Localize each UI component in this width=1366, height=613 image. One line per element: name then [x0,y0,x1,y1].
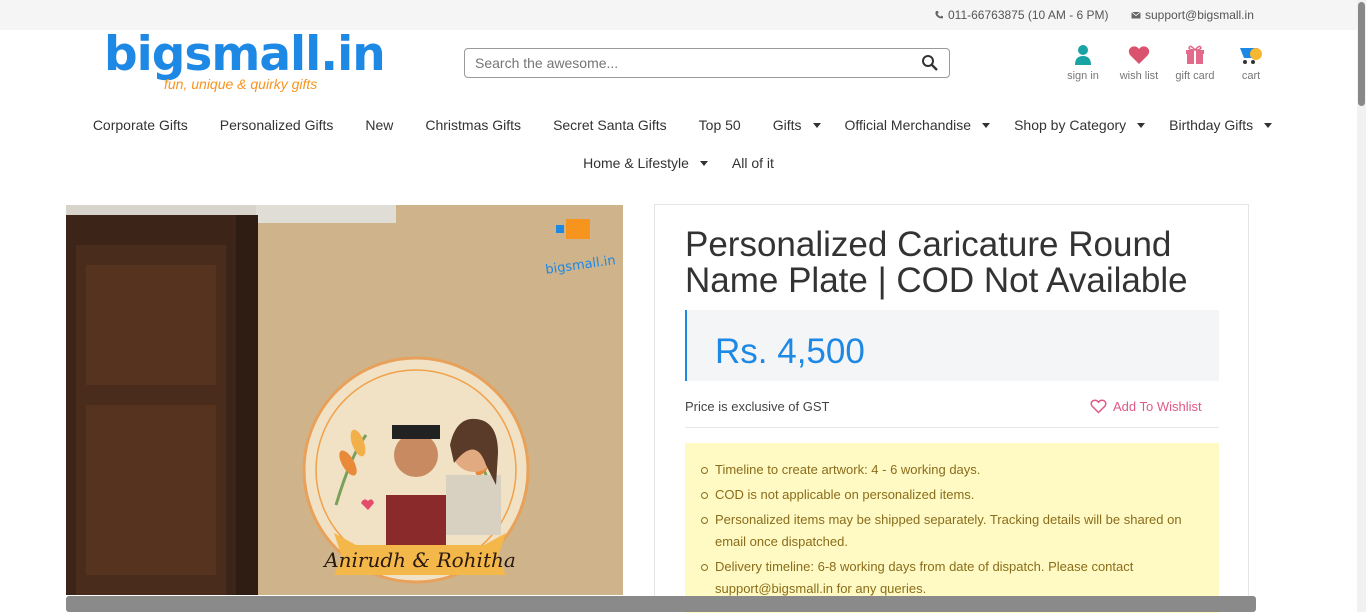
gift-card-button[interactable]: gift card [1170,44,1220,82]
nav-item-secret-santa-gifts[interactable]: Secret Santa Gifts [545,117,675,133]
nav-label: Corporate Gifts [92,117,188,133]
nav-item-birthday-gifts[interactable]: Birthday Gifts [1161,117,1273,133]
product-notes: Timeline to create artwork: 4 - 6 workin… [685,443,1219,613]
header-actions: sign in wish list gift card cart [1058,44,1282,82]
sign-in-label: sign in [1067,70,1099,82]
nav-label: Official Merchandise [844,117,972,133]
envelope-icon [1131,11,1141,19]
nav-row-2: Home & Lifestyle All of it [0,144,1357,182]
nav-item-top-50[interactable]: Top 50 [691,117,749,133]
price-box: Rs. 4,500 [685,310,1219,381]
nav-item-gifts[interactable]: Gifts [765,117,821,133]
wish-list-label: wish list [1119,70,1159,82]
nav-label: Birthday Gifts [1169,117,1254,133]
email-address[interactable]: support@bigsmall.in [1145,8,1254,22]
wish-list-button[interactable]: wish list [1114,44,1164,82]
product-details-card: Personalized Caricature Round Name Plate… [654,204,1249,613]
product-image[interactable]: Anirudh & Rohitha bigsmall.in [66,205,623,595]
heart-outline-icon [1090,399,1107,414]
product-title: Personalized Caricature Round Name Plate… [685,225,1188,300]
phone-number: 011-66763875 (10 AM - 6 PM) [948,8,1109,22]
nav-label: Top 50 [698,117,741,133]
nav-label: Secret Santa Gifts [553,117,667,133]
gst-note: Price is exclusive of GST [685,399,830,414]
note-item: Personalized items may be shipped separa… [701,509,1201,553]
nav-item-new[interactable]: New [357,117,401,133]
logo-wordmark: bigsmall.in [104,27,386,82]
caret-down-icon [812,123,821,128]
phone-icon [935,11,943,19]
nav-label: Gifts [772,117,802,133]
note-item: COD is not applicable on personalized it… [701,484,1201,506]
horizontal-scrollbar[interactable] [66,596,1256,612]
nav-label: New [365,117,394,133]
gift-card-label: gift card [1175,70,1215,82]
cart-icon [1240,48,1262,64]
product-price: Rs. 4,500 [715,332,865,371]
wishlist-label: Add To Wishlist [1113,399,1202,414]
main-navigation: Corporate Gifts Personalized Gifts New C… [0,106,1357,182]
user-icon [1075,45,1091,65]
nav-item-official-merchandise[interactable]: Official Merchandise [837,117,991,133]
product-photo: Anirudh & Rohitha bigsmall.in [66,205,623,595]
caret-down-icon [982,123,991,128]
scrollbar-thumb[interactable] [1358,2,1365,106]
cart-label: cart [1241,70,1261,82]
site-logo[interactable]: bigsmall.in fun, unique & quirky gifts [104,27,386,96]
top-contact-bar: 011-66763875 (10 AM - 6 PM) support@bigs… [0,0,1357,30]
heart-icon [1128,46,1150,64]
divider [685,427,1219,428]
nav-label: Christmas Gifts [425,117,522,133]
search-bar [464,48,950,78]
phone-contact: 011-66763875 (10 AM - 6 PM) [934,8,1109,22]
vertical-scrollbar[interactable] [1357,0,1366,612]
nav-row-1: Corporate Gifts Personalized Gifts New C… [0,106,1357,144]
search-input[interactable] [475,50,905,76]
search-icon[interactable] [921,54,939,72]
nav-label: Shop by Category [1014,117,1127,133]
nav-item-personalized-gifts[interactable]: Personalized Gifts [212,117,342,133]
nav-item-home-lifestyle[interactable]: Home & Lifestyle [575,155,708,171]
gift-icon [1186,45,1204,64]
add-to-wishlist-button[interactable]: Add To Wishlist [1090,399,1202,414]
nameplate-text: Anirudh & Rohitha [322,548,516,572]
sign-in-button[interactable]: sign in [1058,44,1108,82]
caret-down-icon [1137,123,1146,128]
cart-button[interactable]: cart [1226,44,1276,82]
email-contact[interactable]: support@bigsmall.in [1131,8,1254,22]
nav-item-corporate-gifts[interactable]: Corporate Gifts [85,117,196,133]
note-item: Delivery timeline: 6-8 working days from… [701,556,1201,600]
nav-label: Home & Lifestyle [583,155,689,171]
nav-item-all-of-it[interactable]: All of it [724,155,782,171]
caret-down-icon [1264,123,1273,128]
nav-item-christmas-gifts[interactable]: Christmas Gifts [417,117,529,133]
nav-label: Personalized Gifts [219,117,334,133]
nav-label: All of it [731,155,774,171]
note-item: Timeline to create artwork: 4 - 6 workin… [701,459,1201,481]
caret-down-icon [699,161,708,166]
nav-item-shop-by-category[interactable]: Shop by Category [1006,117,1146,133]
